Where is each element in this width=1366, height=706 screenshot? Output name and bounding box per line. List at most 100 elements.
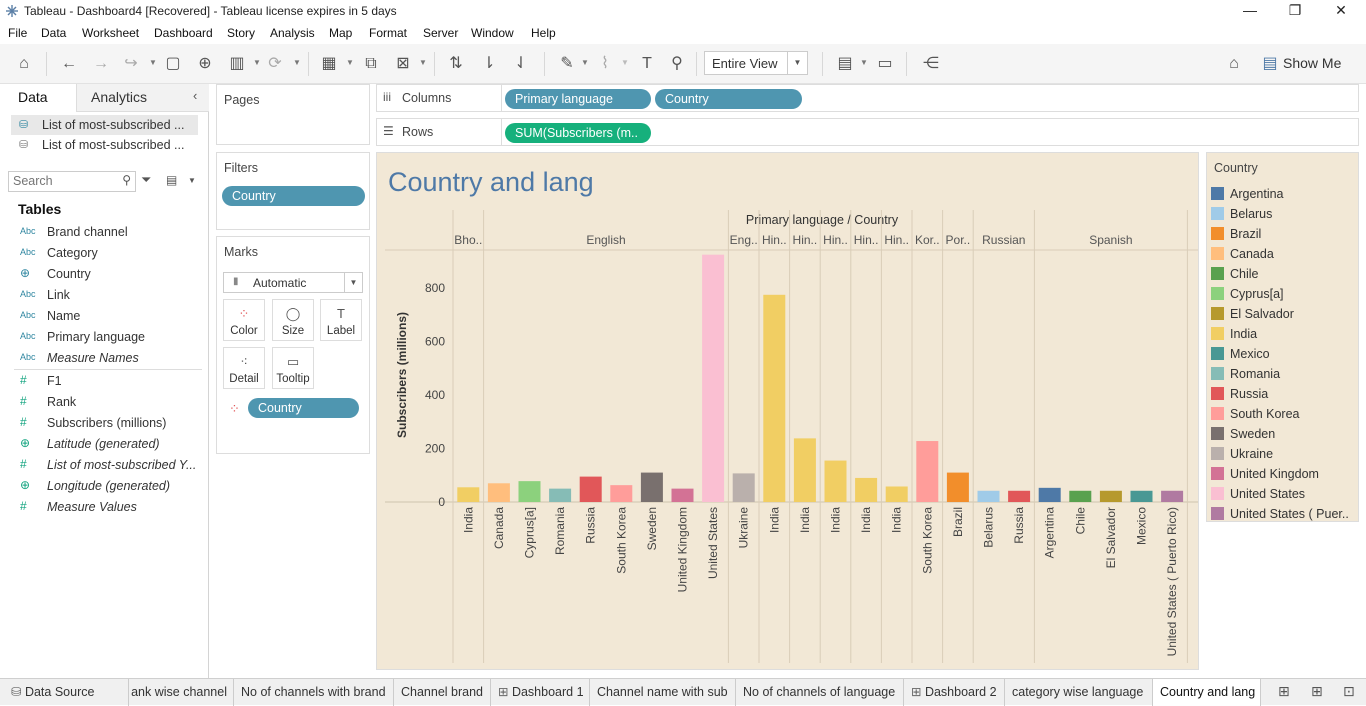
datasource-item[interactable]: ⛁ List of most-subscribed ... [11, 135, 198, 155]
datasource-item[interactable]: ⛁ List of most-subscribed ... [11, 115, 198, 135]
show-cards-icon[interactable]: ▤ [834, 53, 856, 75]
replay-icon[interactable]: ↪ [120, 53, 142, 75]
group-icon[interactable]: ⌇ [594, 53, 616, 75]
field-item[interactable]: # Measure Values [0, 497, 205, 518]
sort-ascending-icon[interactable]: ⇂ [478, 53, 500, 75]
duplicate-icon[interactable]: ⧉ [360, 53, 382, 75]
chevron-down-icon[interactable]: ▼ [253, 58, 261, 67]
redo-icon[interactable]: → [90, 53, 112, 75]
legend-item[interactable]: Romania [1211, 364, 1357, 384]
legend-item[interactable]: Sweden [1211, 424, 1357, 444]
marks-label-button[interactable]: T Label [320, 299, 362, 341]
home-icon[interactable]: ⌂ [13, 53, 35, 75]
menu-story[interactable]: Story [227, 26, 255, 40]
legend-item[interactable]: South Korea [1211, 404, 1357, 424]
sheet-tab[interactable]: category wise language [1005, 679, 1153, 706]
new-dashboard-icon[interactable]: ⊞ [1311, 683, 1323, 700]
clear-sheet-icon[interactable]: ⊠ [392, 53, 414, 75]
columns-pill-country[interactable]: Country [655, 89, 802, 109]
sheet-tab[interactable]: Country and lang [1153, 679, 1261, 706]
new-story-icon[interactable]: ⊡ [1343, 683, 1355, 700]
chevron-down-icon[interactable]: ▼ [860, 58, 868, 67]
filter-icon[interactable]: ⏷ [141, 172, 151, 188]
field-item[interactable]: ⊕ Country [0, 264, 205, 285]
tab-analytics[interactable]: Analytics ‹ [76, 84, 209, 112]
labels-icon[interactable]: T [636, 53, 658, 75]
share-icon[interactable]: ⋲ [920, 53, 942, 75]
menu-server[interactable]: Server [423, 26, 458, 40]
filters-card[interactable]: Filters Country [216, 152, 370, 230]
sheet-tab[interactable]: ank wise channel [129, 679, 234, 706]
field-item[interactable]: Abc Category [0, 243, 205, 264]
restore-button[interactable]: ❐ [1285, 2, 1305, 22]
undo-icon[interactable]: ← [58, 53, 80, 75]
field-item[interactable]: Abc Brand channel [0, 222, 205, 243]
field-item[interactable]: # List of most-subscribed Y... [0, 455, 205, 476]
menu-dashboard[interactable]: Dashboard [154, 26, 213, 40]
sheet-tab[interactable]: ⊞ Dashboard 2 [904, 679, 1005, 706]
menu-file[interactable]: File [8, 26, 27, 40]
show-me-icon[interactable]: ▤ [1259, 53, 1281, 75]
close-button[interactable]: ✕ [1331, 2, 1351, 22]
chevron-down-icon[interactable]: ▼ [621, 58, 629, 67]
chevron-down-icon[interactable]: ▼ [581, 58, 589, 67]
chevron-down-icon[interactable]: ▼ [787, 52, 807, 74]
format-painter-icon[interactable]: ⌂ [1223, 53, 1245, 75]
menu-format[interactable]: Format [369, 26, 407, 40]
collapse-icon[interactable]: ‹ [193, 88, 197, 103]
field-item[interactable]: Abc Primary language [0, 327, 205, 348]
rows-pill-subscribers[interactable]: SUM(Subscribers (m.. [505, 123, 651, 143]
refresh-icon[interactable]: ⟳ [264, 53, 286, 75]
menu-analysis[interactable]: Analysis [270, 26, 315, 40]
marks-size-button[interactable]: ◯ Size [272, 299, 314, 341]
field-item[interactable]: ⊕ Longitude (generated) [0, 476, 205, 497]
highlight-icon[interactable]: ✎ [556, 53, 578, 75]
presentation-icon[interactable]: ▭ [874, 53, 896, 75]
new-worksheet-icon[interactable]: ⊞ [1278, 683, 1290, 700]
columns-pill-primary-language[interactable]: Primary language [505, 89, 651, 109]
pin-icon[interactable]: ⚲ [666, 53, 688, 75]
legend-item[interactable]: El Salvador [1211, 304, 1357, 324]
sheet-tab[interactable]: ⛁ Data Source [4, 679, 129, 706]
field-item[interactable]: # F1 [0, 371, 205, 392]
chevron-down-icon[interactable]: ▼ [188, 176, 196, 185]
search-box[interactable]: ⚲ [8, 171, 136, 192]
menu-worksheet[interactable]: Worksheet [82, 26, 139, 40]
sheet-tab[interactable]: Channel brand [394, 679, 491, 706]
legend-item[interactable]: United Kingdom [1211, 464, 1357, 484]
field-item[interactable]: ⊕ Latitude (generated) [0, 434, 205, 455]
chevron-down-icon[interactable]: ▼ [344, 273, 362, 292]
field-item[interactable]: Abc Link [0, 285, 205, 306]
swap-icon[interactable]: ⇅ [445, 53, 467, 75]
legend-item[interactable]: Brazil [1211, 224, 1357, 244]
view-list-icon[interactable]: ▤ [166, 173, 177, 187]
show-me-label[interactable]: Show Me [1283, 55, 1341, 71]
field-item[interactable]: # Rank [0, 392, 205, 413]
legend-item[interactable]: Canada [1211, 244, 1357, 264]
legend-item[interactable]: Ukraine [1211, 444, 1357, 464]
menu-help[interactable]: Help [531, 26, 556, 40]
sheet-tab[interactable]: Channel name with sub [590, 679, 736, 706]
mark-type-select[interactable]: ▮ Automatic ▼ [223, 272, 363, 293]
field-item[interactable]: Abc Measure Names [0, 348, 205, 369]
legend-item[interactable]: Russia [1211, 384, 1357, 404]
chevron-down-icon[interactable]: ▼ [419, 58, 427, 67]
legend-item[interactable]: Belarus [1211, 204, 1357, 224]
tab-data[interactable]: Data [0, 84, 76, 112]
view-size-select[interactable]: Entire View ▼ [704, 51, 808, 75]
search-input[interactable] [13, 174, 113, 188]
menu-map[interactable]: Map [329, 26, 352, 40]
legend-item[interactable]: United States ( Puer.. [1211, 504, 1357, 524]
sheet-tab[interactable]: ⊞ Dashboard 1 [491, 679, 590, 706]
legend-item[interactable]: Mexico [1211, 344, 1357, 364]
chevron-down-icon[interactable]: ▼ [346, 58, 354, 67]
legend-item[interactable]: India [1211, 324, 1357, 344]
new-datasource-icon[interactable]: ⊕ [194, 53, 216, 75]
minimize-button[interactable]: — [1240, 2, 1260, 22]
columns-shelf[interactable]: iii Columns Primary language Country [376, 84, 1359, 112]
pages-card[interactable]: Pages [216, 84, 370, 145]
menu-data[interactable]: Data [41, 26, 66, 40]
legend-item[interactable]: Argentina [1211, 184, 1357, 204]
save-icon[interactable]: ▢ [162, 53, 184, 75]
marks-pill-country[interactable]: Country [248, 398, 359, 418]
